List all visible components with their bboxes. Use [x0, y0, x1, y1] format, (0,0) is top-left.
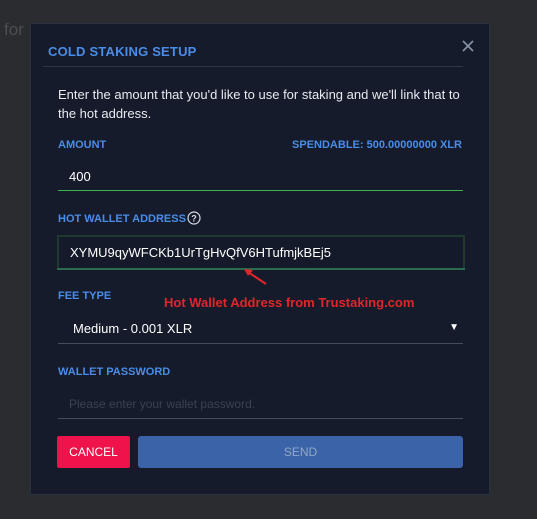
arrow-annotation-icon — [244, 269, 267, 285]
fee-type-label: FEE TYPE — [58, 290, 112, 302]
hot-wallet-annotation: Hot Wallet Address from Trustaking.com — [164, 295, 415, 310]
cancel-button[interactable]: CANCEL — [57, 436, 130, 468]
modal-title: COLD STAKING SETUP — [48, 44, 197, 59]
wallet-password-field[interactable] — [58, 389, 474, 419]
send-button[interactable]: SEND — [138, 436, 463, 468]
title-divider — [43, 66, 463, 67]
hot-wallet-label: HOT WALLET ADDRESS — [58, 213, 186, 225]
fee-type-select[interactable]: Medium - 0.001 XLR ▼ — [58, 315, 463, 344]
caret-down-icon: ▼ — [449, 322, 459, 333]
help-icon[interactable]: ? — [187, 211, 201, 225]
amount-input[interactable] — [58, 162, 474, 190]
svg-text:?: ? — [191, 214, 197, 224]
close-icon[interactable] — [460, 38, 476, 54]
wallet-password-input[interactable] — [58, 389, 474, 418]
background-partial-text: for — [4, 20, 24, 39]
amount-field[interactable] — [58, 162, 474, 191]
modal-description: Enter the amount that you'd like to use … — [58, 87, 460, 121]
fee-type-value: Medium - 0.001 XLR — [73, 321, 193, 336]
cold-staking-modal: COLD STAKING SETUP Enter the amount that… — [30, 23, 490, 495]
amount-label: AMOUNT — [58, 139, 107, 151]
spendable-balance: SPENDABLE: 500.00000000 XLR — [292, 139, 462, 151]
wallet-password-label: WALLET PASSWORD — [58, 366, 171, 378]
